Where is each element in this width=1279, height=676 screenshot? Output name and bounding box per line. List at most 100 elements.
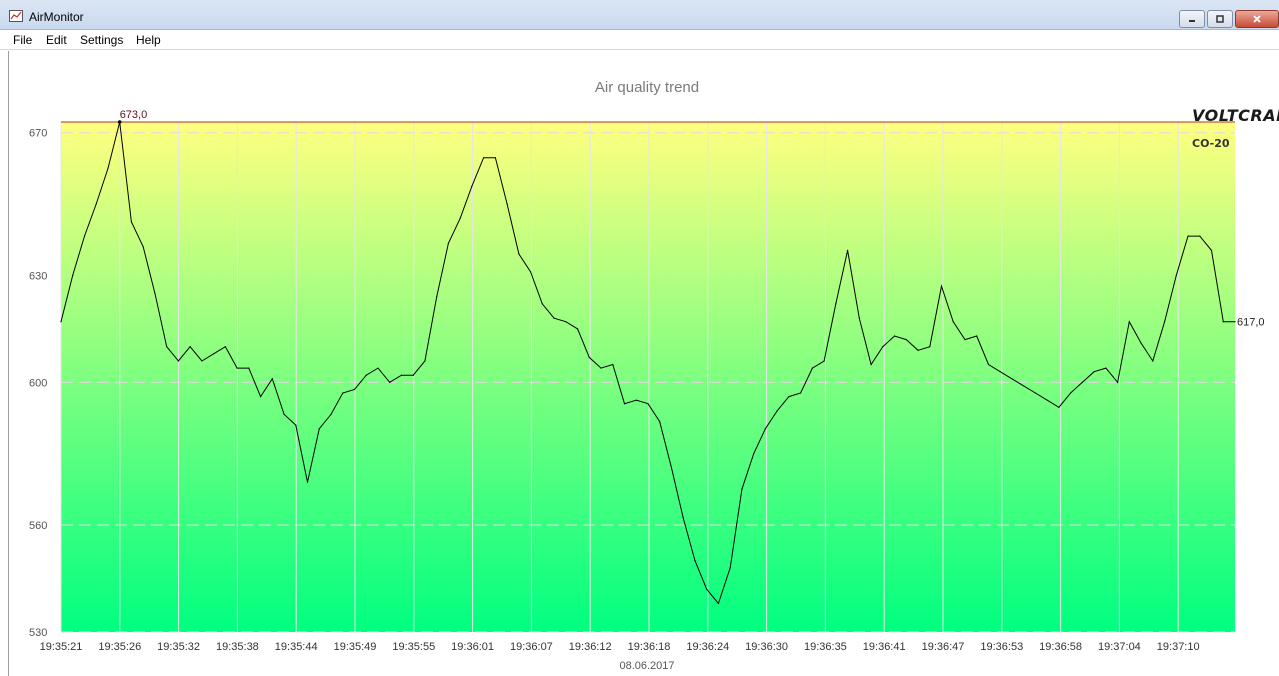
data-point <box>224 346 226 348</box>
x-tick-label: 19:37:10 <box>1157 641 1200 653</box>
data-point <box>1234 321 1236 323</box>
close-button[interactable] <box>1235 10 1279 28</box>
x-tick-label: 19:35:44 <box>275 641 318 653</box>
x-tick-label: 19:35:26 <box>98 641 141 653</box>
data-point <box>776 410 778 412</box>
data-point <box>1175 274 1177 276</box>
main-content: Air quality trend 530 560 600 630 670 19:35:… <box>8 51 1279 676</box>
data-point <box>1105 367 1107 369</box>
data-point <box>1046 399 1048 401</box>
close-icon <box>1253 15 1261 23</box>
max-value-label: 673,0 <box>120 109 148 121</box>
data-point <box>987 363 990 366</box>
data-point <box>600 367 602 369</box>
data-point <box>306 481 309 483</box>
chart-line-icon <box>9 10 23 22</box>
data-point <box>893 335 896 337</box>
maximize-button[interactable] <box>1207 10 1233 28</box>
y-tick-label: 630 <box>29 270 47 282</box>
data-point <box>60 321 62 323</box>
menu-file[interactable]: File <box>13 33 32 47</box>
data-point <box>729 567 731 569</box>
data-point <box>342 392 344 394</box>
data-point <box>870 363 872 366</box>
data-point <box>858 317 860 319</box>
data-point <box>588 356 590 358</box>
data-point <box>154 292 156 294</box>
maximize-icon <box>1216 15 1224 23</box>
data-point <box>530 271 532 273</box>
x-tick-label: 19:36:01 <box>451 641 494 653</box>
y-tick-label: 560 <box>29 520 47 532</box>
data-point <box>741 488 743 490</box>
y-tick-label: 600 <box>29 377 47 389</box>
data-point <box>647 403 649 405</box>
menu-settings[interactable]: Settings <box>80 33 123 47</box>
x-tick-label: 19:36:07 <box>510 641 553 653</box>
data-point <box>576 328 579 330</box>
data-point <box>330 413 332 416</box>
data-point <box>1023 385 1025 387</box>
data-point <box>541 303 543 305</box>
minimize-icon <box>1189 20 1195 22</box>
data-point <box>283 413 285 416</box>
x-tick-label: 19:36:58 <box>1039 641 1082 653</box>
data-point <box>1058 406 1060 408</box>
data-point <box>964 338 966 341</box>
data-point <box>1093 371 1095 373</box>
window-controls <box>1179 10 1279 28</box>
data-point <box>412 374 414 376</box>
data-point <box>623 403 626 405</box>
chart-title: Air quality trend <box>595 79 699 96</box>
data-point <box>1011 378 1013 380</box>
data-point <box>72 274 74 276</box>
y-tick-label: 530 <box>29 627 47 639</box>
data-point <box>1187 235 1189 237</box>
x-tick-label: 19:35:49 <box>334 641 377 653</box>
data-point <box>670 467 673 469</box>
x-tick-label: 19:35:38 <box>216 641 259 653</box>
x-tick-label: 19:36:24 <box>686 641 729 653</box>
data-point <box>1034 392 1037 394</box>
data-point <box>1128 321 1130 323</box>
x-tick-label: 19:36:30 <box>745 641 788 653</box>
data-point <box>353 388 356 391</box>
data-point <box>717 602 720 605</box>
x-tick-label: 19:36:41 <box>863 641 906 653</box>
data-point <box>612 363 614 366</box>
window-title: AirMonitor <box>29 10 84 24</box>
data-point <box>95 203 97 205</box>
data-point <box>1210 249 1213 251</box>
trend-chart: Air quality trend 530 560 600 630 670 19:35:… <box>29 79 1265 672</box>
data-point <box>999 371 1001 373</box>
data-point <box>389 381 391 383</box>
data-point <box>811 367 813 369</box>
last-value-label: 617,0 <box>1237 317 1265 329</box>
x-tick-label: 19:36:47 <box>922 641 965 653</box>
data-point <box>259 396 262 398</box>
data-point <box>177 360 179 362</box>
x-tick-label: 19:35:21 <box>40 641 83 653</box>
data-point <box>459 217 461 219</box>
x-axis-labels: 19:35:21 19:35:26 19:35:32 19:35:38 19:35:44… <box>40 641 1200 653</box>
menu-bar: File Edit Settings Help <box>0 30 1279 50</box>
data-point <box>917 349 919 351</box>
data-point <box>494 157 496 159</box>
data-point <box>694 560 696 562</box>
data-point <box>447 242 450 244</box>
data-point <box>905 338 907 341</box>
data-point <box>823 360 825 362</box>
data-point <box>471 185 473 187</box>
data-point <box>1163 321 1166 323</box>
data-point <box>929 346 931 348</box>
menu-help[interactable]: Help <box>136 33 161 47</box>
minimize-button[interactable] <box>1179 10 1205 28</box>
data-point <box>248 367 250 369</box>
x-tick-label: 19:36:12 <box>569 641 612 653</box>
brand-logo: VOLTCRAFT <box>1192 106 1279 125</box>
data-point <box>952 321 954 323</box>
data-point <box>377 367 379 369</box>
menu-edit[interactable]: Edit <box>46 33 67 47</box>
x-tick-label: 19:36:18 <box>628 641 671 653</box>
data-point <box>1117 381 1119 383</box>
